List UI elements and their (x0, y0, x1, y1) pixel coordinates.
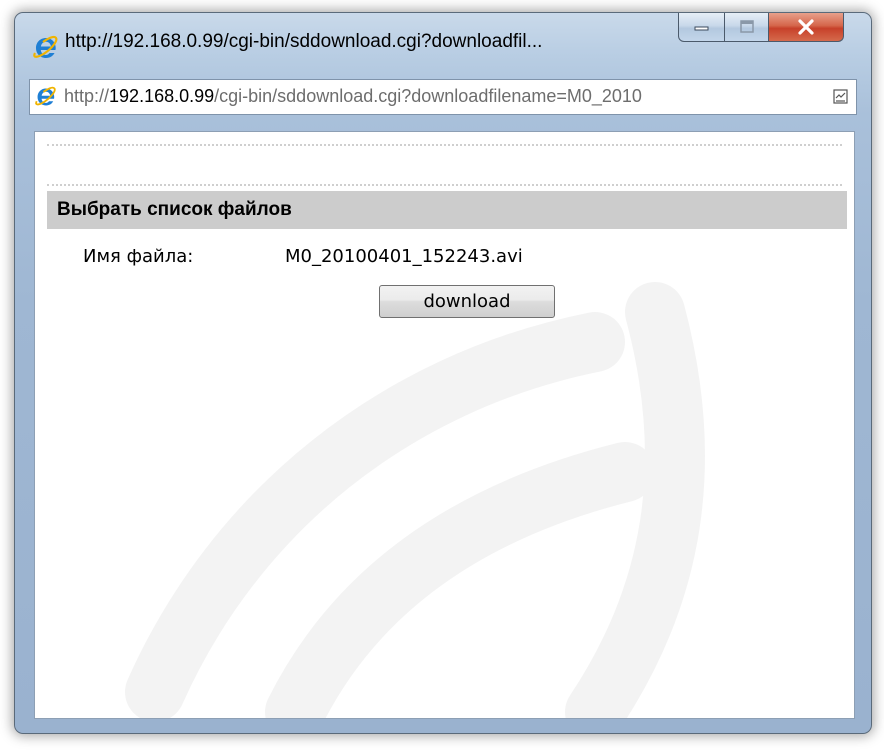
download-button[interactable]: download (379, 285, 555, 318)
caption-buttons (678, 13, 844, 45)
url-prefix: http:// (64, 86, 110, 106)
minimize-button[interactable] (678, 13, 725, 42)
browser-popup-window: http://192.168.0.99/cgi-bin/sddownload.c… (14, 12, 872, 734)
compatibility-view-icon[interactable] (832, 88, 850, 106)
url-host: 192.168.0.99 (109, 86, 215, 106)
close-icon (798, 19, 814, 35)
address-bar[interactable]: http://192.168.0.99/cgi-bin/sddownload.c… (29, 79, 857, 115)
title-bar[interactable]: http://192.168.0.99/cgi-bin/sddownload.c… (15, 13, 871, 77)
file-name-value: M0_20100401_152243.avi (285, 246, 523, 267)
url-path: /cgi-bin/sddownload.cgi?downloadfilename… (214, 86, 642, 106)
minimize-icon (694, 26, 708, 31)
address-url[interactable]: http://192.168.0.99/cgi-bin/sddownload.c… (64, 86, 824, 107)
maximize-icon (739, 20, 754, 33)
file-name-label: Имя файла: (83, 246, 194, 267)
dotted-divider (47, 144, 842, 146)
window-title: http://192.168.0.99/cgi-bin/sddownload.c… (65, 31, 543, 52)
maximize-button[interactable] (725, 13, 769, 42)
section-title: Выбрать список файлов (47, 191, 847, 229)
dotted-divider (47, 184, 842, 186)
ie-icon (35, 86, 56, 106)
ie-icon (33, 35, 58, 58)
close-button[interactable] (769, 13, 844, 42)
screenshot-root: http://192.168.0.99/cgi-bin/sddownload.c… (0, 0, 884, 751)
page-content: Выбрать список файлов Имя файла: M0_2010… (34, 131, 855, 719)
